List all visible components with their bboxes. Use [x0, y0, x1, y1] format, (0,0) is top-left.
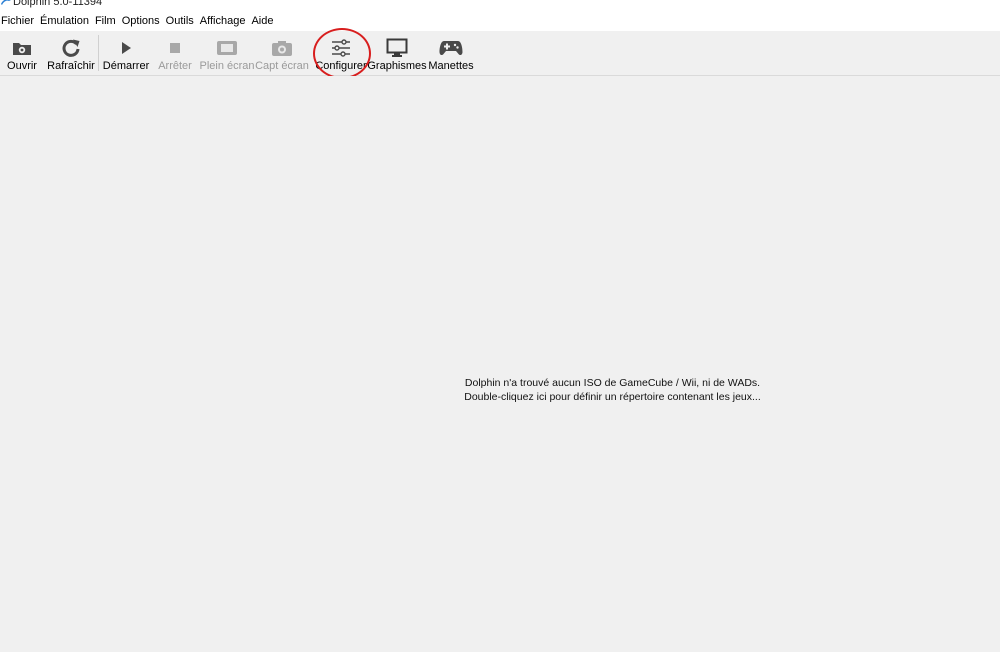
menu-options[interactable]: Options [121, 12, 164, 31]
configure-label: Configurer [315, 60, 367, 72]
empty-game-list-message[interactable]: Dolphin n'a trouvé aucun ISO de GameCube… [440, 376, 785, 404]
monitor-icon [386, 37, 408, 59]
title-bar: Dolphin 5.0-11394 [0, 0, 1000, 12]
menu-bar: Fichier Émulation Film Options Outils Af… [0, 12, 1000, 31]
empty-message-line-1: Dolphin n'a trouvé aucun ISO de GameCube… [464, 377, 761, 389]
open-button[interactable]: Ouvrir [4, 31, 40, 75]
gamepad-icon [439, 37, 463, 59]
refresh-button[interactable]: Rafraîchir [47, 31, 95, 75]
toolbar: Ouvrir Rafraîchir Démarrer Arrêter Plein… [0, 31, 1000, 76]
empty-message-line-2: Double-cliquez ici pour définir un réper… [464, 391, 761, 403]
menu-affichage[interactable]: Affichage [199, 12, 250, 31]
stop-button[interactable]: Arrêter [157, 31, 193, 75]
menu-aide[interactable]: Aide [250, 12, 277, 31]
refresh-label: Rafraîchir [47, 60, 95, 72]
play-label: Démarrer [102, 60, 150, 72]
open-label: Ouvrir [7, 60, 37, 72]
fullscreen-button[interactable]: Plein écran [199, 31, 255, 75]
window-title: Dolphin 5.0-11394 [13, 0, 103, 8]
controllers-label: Manettes [428, 60, 474, 72]
stop-icon [168, 37, 182, 59]
menu-outils[interactable]: Outils [165, 12, 198, 31]
screenshot-button[interactable]: Capt écran [255, 31, 309, 75]
menu-fichier[interactable]: Fichier [0, 12, 38, 31]
fullscreen-label: Plein écran [199, 60, 255, 72]
configure-button[interactable]: Configurer [315, 31, 367, 75]
toolbar-separator [98, 35, 99, 71]
menu-film[interactable]: Film [94, 12, 120, 31]
folder-icon [11, 37, 33, 59]
controllers-button[interactable]: Manettes [428, 31, 474, 75]
play-icon [118, 37, 134, 59]
fullscreen-icon [216, 37, 238, 59]
play-button[interactable]: Démarrer [103, 31, 149, 75]
refresh-icon [61, 37, 81, 59]
dolphin-logo-icon [1, 0, 11, 5]
sliders-icon [331, 37, 351, 59]
menu-emulation[interactable]: Émulation [39, 12, 93, 31]
game-list[interactable]: Dolphin n'a trouvé aucun ISO de GameCube… [0, 76, 1000, 652]
stop-label: Arrêter [158, 60, 192, 72]
graphics-button[interactable]: Graphismes [367, 31, 427, 75]
camera-icon [271, 37, 293, 59]
graphics-label: Graphismes [367, 60, 427, 72]
screenshot-label: Capt écran [255, 60, 309, 72]
